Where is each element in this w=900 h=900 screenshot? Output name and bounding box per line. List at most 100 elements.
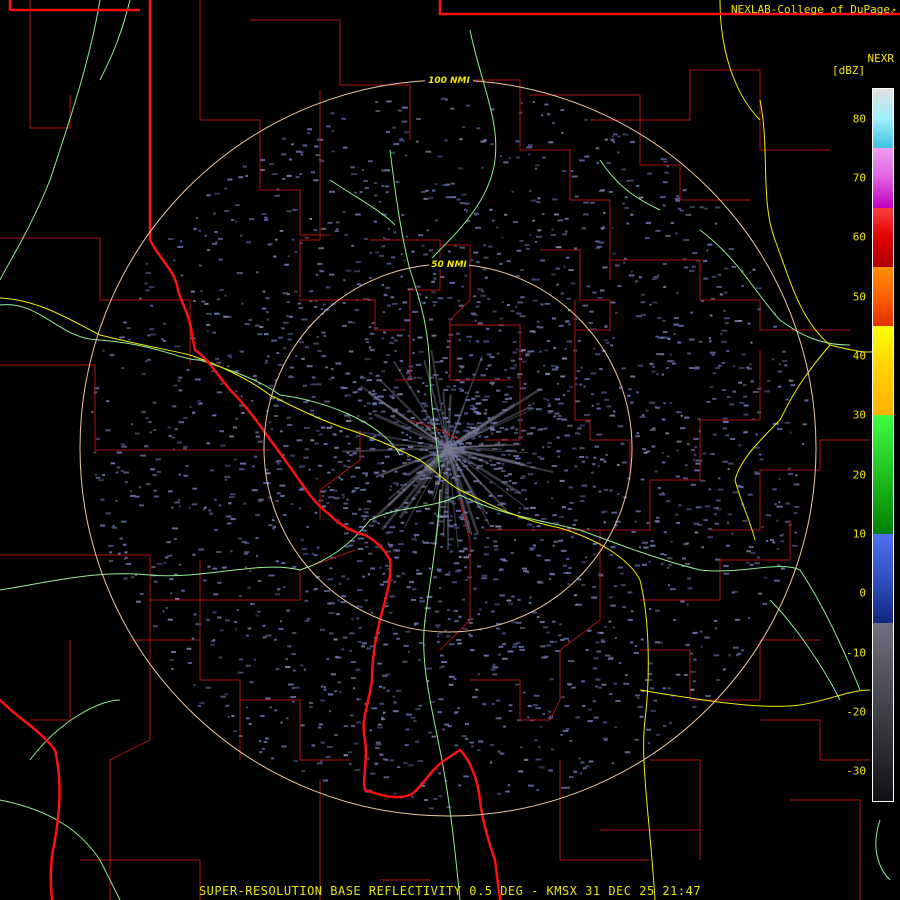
credit-label[interactable]: NEXLAB-College of DuPage⇗ [731,3,896,16]
echo-pixel [120,520,127,523]
echo-pixel [210,643,215,646]
echo-pixel [185,465,189,467]
echo-pixel [238,468,245,471]
echo-pixel [452,385,457,388]
echo-pixel [731,532,734,535]
echo-pixel [393,581,397,584]
echo-pixel [587,708,592,711]
echo-pixel [496,389,501,392]
echo-pixel [322,505,326,508]
echo-pixel [418,234,424,237]
echo-pixel [431,291,436,294]
echo-pixel [601,683,607,686]
echo-pixel [392,126,396,129]
echo-pixel [608,656,614,659]
echo-pixel [447,618,451,621]
echo-pixel [405,235,409,238]
echo-pixel [459,202,466,205]
echo-pixel [737,320,743,322]
echo-pixel [400,275,403,278]
echo-pixel [301,357,305,360]
echo-pixel [717,273,722,276]
echo-pixel [259,715,265,718]
echo-pixel [574,603,579,606]
echo-pixel [532,402,535,405]
echo-pixel [692,631,698,634]
echo-pixel [596,407,601,410]
echo-pixel [497,441,501,444]
echo-pixel [257,580,262,582]
echo-pixel [134,432,140,435]
echo-pixel [588,760,594,763]
echo-pixel [480,294,487,297]
echo-pixel [105,400,110,403]
echo-pixel [573,247,577,250]
echo-pixel [277,462,280,465]
echo-pixel [550,748,555,751]
echo-pixel [381,245,386,248]
echo-pixel [464,274,468,277]
echo-pixel [204,302,209,305]
echo-pixel [721,361,725,364]
echo-pixel [531,350,535,353]
echo-pixel [521,475,526,478]
echo-pixel [145,262,148,265]
echo-pixel [329,273,335,276]
echo-pixel [358,626,363,629]
echo-pixel [558,415,562,417]
echo-pixel [363,179,368,182]
echo-pixel [546,481,550,484]
echo-pixel [275,668,280,671]
echo-pixel [723,309,726,312]
echo-pixel [389,488,392,491]
echo-pixel [568,660,575,663]
echo-pixel [747,322,751,325]
echo-pixel [384,455,390,458]
echo-pixel [343,532,349,535]
echo-pixel [776,519,779,522]
echo-pixel [610,301,616,304]
echo-pixel [194,378,201,381]
echo-pixel [186,647,192,650]
echo-pixel [583,201,589,204]
echo-pixel [331,129,334,132]
echo-pixel [542,713,545,716]
echo-pixel [234,389,238,392]
echo-pixel [503,725,506,728]
echo-pixel [344,523,349,526]
echo-pixel [357,588,363,591]
echo-pixel [576,427,582,430]
echo-pixel [469,354,473,357]
echo-pixel [563,637,569,640]
echo-pixel [603,212,606,215]
echo-pixel [315,477,318,480]
echo-pixel [684,464,688,467]
echo-pixel [663,402,666,405]
echo-pixel [695,506,702,509]
echo-pixel [566,297,572,300]
echo-pixel [116,466,121,469]
echo-pixel [651,370,655,373]
echo-pixel [492,310,497,313]
echo-pixel [484,408,488,411]
echo-pixel [762,602,767,605]
echo-pixel [224,210,230,212]
echo-pixel [238,658,243,661]
echo-pixel [345,435,350,438]
echo-pixel [188,662,192,664]
echo-pixel [446,635,451,638]
echo-pixel [178,563,182,566]
echo-pixel [609,693,613,696]
echo-pixel [350,475,356,478]
echo-pixel [123,321,127,324]
echo-pixel [397,766,401,769]
echo-pixel [483,256,489,259]
echo-pixel [555,246,562,249]
echo-pixel [556,418,562,420]
echo-pixel [228,502,232,505]
echo-pixel [156,562,163,565]
echo-pixel [458,556,463,558]
echo-pixel [465,737,468,740]
echo-pixel [703,277,707,280]
echo-pixel [408,365,414,368]
